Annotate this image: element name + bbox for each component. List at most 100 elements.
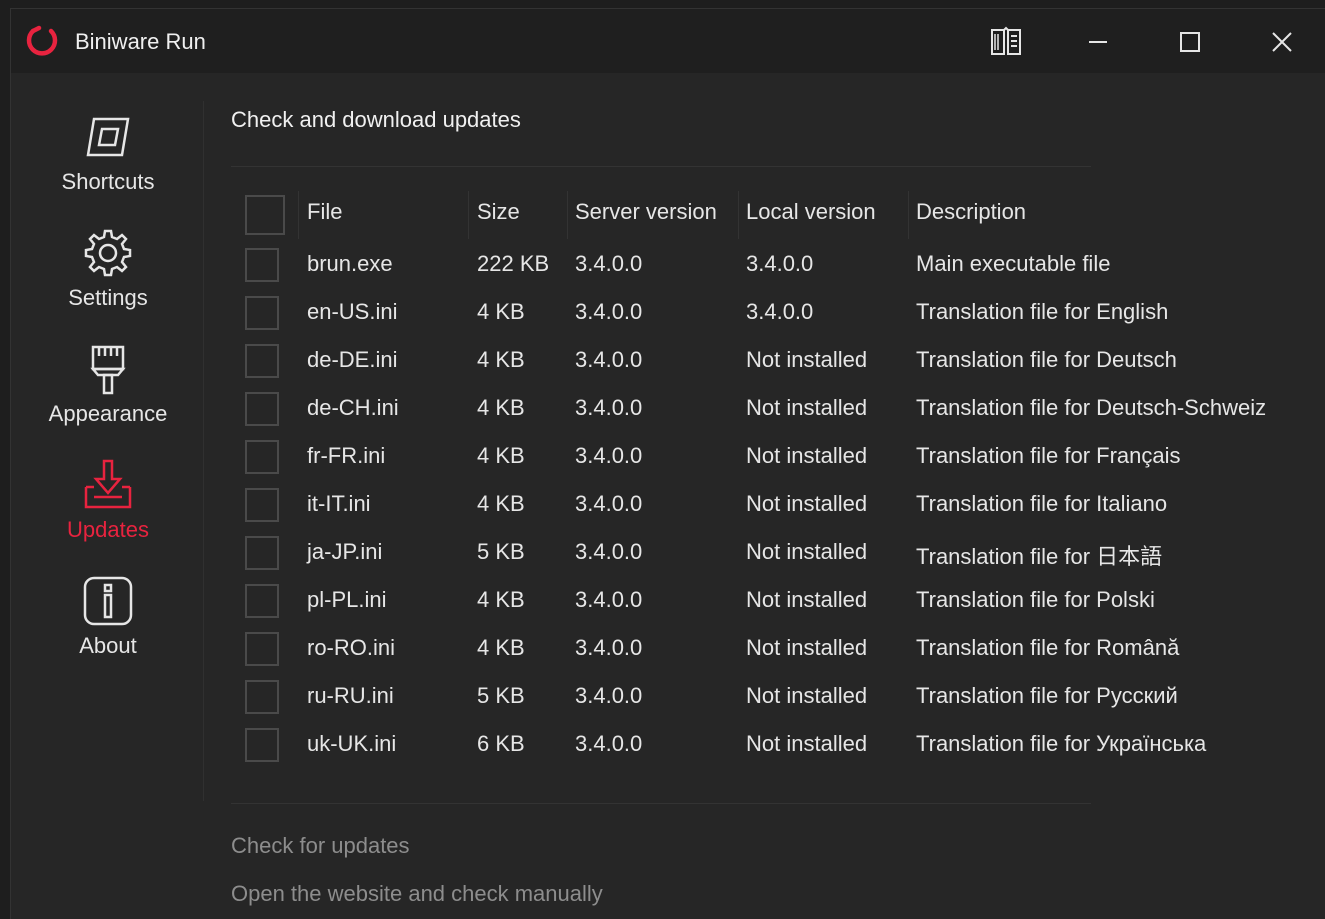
local-version-cell: Not installed bbox=[746, 683, 868, 708]
row-checkbox[interactable] bbox=[245, 488, 279, 522]
docs-button[interactable] bbox=[983, 19, 1029, 65]
column-separator bbox=[908, 191, 909, 239]
sidebar: Shortcuts Settings Appearance Updates Ab… bbox=[11, 73, 203, 919]
row-checkbox[interactable] bbox=[245, 296, 279, 330]
row-checkbox[interactable] bbox=[245, 728, 279, 762]
description-cell: Translation file for 日本語 bbox=[916, 544, 1163, 569]
sidebar-divider bbox=[203, 101, 204, 801]
local-version-cell: Not installed bbox=[746, 491, 868, 516]
page-title: Check and download updates bbox=[231, 107, 521, 132]
column-separator bbox=[468, 191, 469, 239]
column-separator bbox=[298, 191, 299, 239]
sidebar-item-about[interactable]: About bbox=[21, 573, 195, 683]
updates-panel: Check and download updates File Size Ser… bbox=[231, 73, 1325, 919]
file-cell: de-CH.ini bbox=[307, 395, 399, 420]
server-version-cell: 3.4.0.0 bbox=[575, 347, 643, 372]
local-version-cell: 3.4.0.0 bbox=[746, 299, 814, 324]
size-cell: 4 KB bbox=[477, 347, 525, 372]
size-cell: 5 KB bbox=[477, 683, 525, 708]
sidebar-item-appearance[interactable]: Appearance bbox=[21, 341, 195, 451]
file-cell: ja-JP.ini bbox=[307, 539, 383, 564]
column-separator bbox=[567, 191, 568, 239]
minimize-button[interactable] bbox=[1075, 19, 1121, 65]
server-version-cell: 3.4.0.0 bbox=[575, 587, 643, 612]
table-row[interactable]: de-CH.ini 4 KB 3.4.0.0 Not installed Transla… bbox=[243, 385, 1325, 433]
biniware-logo-icon bbox=[26, 25, 58, 56]
column-header-description[interactable]: Description bbox=[916, 199, 1026, 225]
description-cell: Translation file for Українська bbox=[916, 731, 1207, 756]
file-cell: en-US.ini bbox=[307, 299, 398, 324]
sidebar-item-shortcuts[interactable]: Shortcuts bbox=[21, 109, 195, 219]
updates-table: File Size Server version Local version D… bbox=[243, 183, 1325, 769]
check-for-updates-link[interactable]: Check for updates bbox=[231, 833, 410, 859]
sidebar-item-label: Shortcuts bbox=[61, 169, 155, 194]
local-version-cell: Not installed bbox=[746, 635, 868, 660]
table-row[interactable]: pl-PL.ini 4 KB 3.4.0.0 Not installed Transla… bbox=[243, 577, 1325, 625]
file-cell: pl-PL.ini bbox=[307, 587, 387, 612]
sidebar-item-updates[interactable]: Updates bbox=[21, 457, 195, 567]
size-cell: 4 KB bbox=[477, 635, 525, 660]
row-checkbox[interactable] bbox=[245, 248, 279, 282]
description-cell: Translation file for Polski bbox=[916, 587, 1155, 612]
size-cell: 4 KB bbox=[477, 491, 525, 516]
file-cell: uk-UK.ini bbox=[307, 731, 397, 756]
table-row[interactable]: fr-FR.ini 4 KB 3.4.0.0 Not installed Transla… bbox=[243, 433, 1325, 481]
table-row[interactable]: en-US.ini 4 KB 3.4.0.0 3.4.0.0 Translation f… bbox=[243, 289, 1325, 337]
local-version-cell: Not installed bbox=[746, 539, 868, 564]
close-icon bbox=[1272, 32, 1292, 52]
open-website-link[interactable]: Open the website and check manually bbox=[231, 881, 603, 907]
row-checkbox[interactable] bbox=[245, 536, 279, 570]
description-cell: Translation file for English bbox=[916, 299, 1169, 324]
server-version-cell: 3.4.0.0 bbox=[575, 491, 643, 516]
row-checkbox[interactable] bbox=[245, 584, 279, 618]
column-header-size[interactable]: Size bbox=[477, 199, 520, 225]
size-cell: 6 KB bbox=[477, 731, 525, 756]
table-row[interactable]: it-IT.ini 4 KB 3.4.0.0 Not installed Transla… bbox=[243, 481, 1325, 529]
file-cell: it-IT.ini bbox=[307, 491, 371, 516]
table-row[interactable]: ja-JP.ini 5 KB 3.4.0.0 Not installed Transla… bbox=[243, 529, 1325, 577]
table-row[interactable]: de-DE.ini 4 KB 3.4.0.0 Not installed Transla… bbox=[243, 337, 1325, 385]
column-header-server-version[interactable]: Server version bbox=[575, 199, 717, 225]
sidebar-item-settings[interactable]: Settings bbox=[21, 225, 195, 335]
row-checkbox[interactable] bbox=[245, 344, 279, 378]
description-cell: Translation file for Italiano bbox=[916, 491, 1168, 516]
file-cell: fr-FR.ini bbox=[307, 443, 386, 468]
server-version-cell: 3.4.0.0 bbox=[575, 683, 643, 708]
row-checkbox[interactable] bbox=[245, 392, 279, 426]
sidebar-item-label: About bbox=[79, 633, 137, 658]
shortcuts-icon bbox=[86, 117, 130, 157]
column-header-local-version[interactable]: Local version bbox=[746, 199, 876, 225]
server-version-cell: 3.4.0.0 bbox=[575, 635, 643, 660]
description-cell: Main executable file bbox=[916, 251, 1111, 276]
column-separator bbox=[738, 191, 739, 239]
app-window: Biniware Run Shortcuts Settings Appearan… bbox=[10, 8, 1325, 919]
description-cell: Translation file for Deutsch bbox=[916, 347, 1177, 372]
book-icon bbox=[991, 26, 1021, 55]
title-bar: Biniware Run bbox=[11, 9, 1325, 73]
file-cell: de-DE.ini bbox=[307, 347, 398, 372]
table-row[interactable]: brun.exe 222 KB 3.4.0.0 3.4.0.0 Main executa… bbox=[243, 241, 1325, 289]
row-checkbox[interactable] bbox=[245, 440, 279, 474]
close-button[interactable] bbox=[1259, 19, 1305, 65]
maximize-button[interactable] bbox=[1167, 19, 1213, 65]
size-cell: 4 KB bbox=[477, 299, 525, 324]
table-row[interactable]: ru-RU.ini 5 KB 3.4.0.0 Not installed Transla… bbox=[243, 673, 1325, 721]
local-version-cell: Not installed bbox=[746, 347, 868, 372]
table-row[interactable]: uk-UK.ini 6 KB 3.4.0.0 Not installed Transla… bbox=[243, 721, 1325, 769]
select-all-checkbox[interactable] bbox=[245, 195, 285, 235]
server-version-cell: 3.4.0.0 bbox=[575, 443, 643, 468]
sidebar-item-label: Settings bbox=[68, 285, 148, 310]
window-title: Biniware Run bbox=[75, 29, 206, 54]
description-cell: Translation file for Română bbox=[916, 635, 1180, 660]
local-version-cell: Not installed bbox=[746, 443, 868, 468]
size-cell: 222 KB bbox=[477, 251, 550, 276]
file-cell: ru-RU.ini bbox=[307, 683, 394, 708]
row-checkbox[interactable] bbox=[245, 632, 279, 666]
table-body: brun.exe 222 KB 3.4.0.0 3.4.0.0 Main executa… bbox=[243, 241, 1325, 769]
description-cell: Translation file for Français bbox=[916, 443, 1181, 468]
column-header-file[interactable]: File bbox=[307, 199, 342, 225]
size-cell: 5 KB bbox=[477, 539, 525, 564]
row-checkbox[interactable] bbox=[245, 680, 279, 714]
table-row[interactable]: ro-RO.ini 4 KB 3.4.0.0 Not installed Transla… bbox=[243, 625, 1325, 673]
divider bbox=[231, 166, 1091, 167]
